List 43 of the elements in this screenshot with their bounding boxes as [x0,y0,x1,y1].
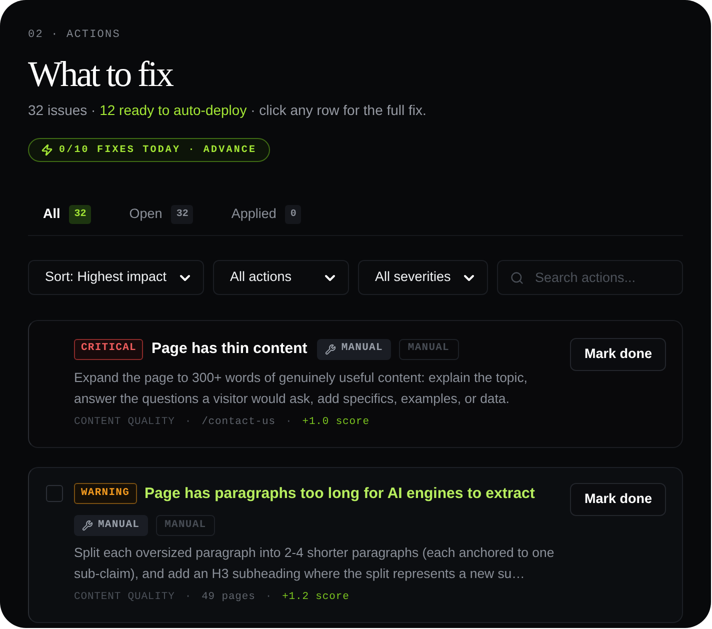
issue-card[interactable] [28,320,683,448]
issue-title: Page has paragraphs too long for AI engines to extract [144,484,535,504]
filter-tab[interactable]: Applied 0 [231,202,302,226]
mark-done-button[interactable]: Mark done [570,338,666,371]
page-title: What to fix [28,53,172,96]
tag-label: MANUAL [98,518,140,533]
tag-label: MANUAL [341,341,383,356]
search-field[interactable]: Search actions... [497,260,683,295]
tab-count: 0 [285,204,302,224]
meta-location: /contact-us [202,414,276,428]
filter-dropdown[interactable]: Sort: Highest impact [28,260,204,295]
wrench-icon [325,344,336,355]
meta-separator: · [184,590,192,604]
issue-card[interactable] [28,466,683,623]
meta-location: 49 pages [202,590,256,604]
issue-description: Split each oversized paragraph into 2-4 shorter paragraphs (each anchored to one sub-claim), and add an H3 subheading where the split represents a new su… [74,544,556,583]
meta-separator: · [286,414,292,428]
manual-tag: MANUAL [156,515,216,536]
badge-label: 0/10 FIXES TODAY · ADVANCE [59,144,257,158]
mark-done-button[interactable]: Mark done [570,482,666,516]
manual-tag: MANUAL [398,338,458,360]
filter-dropdown[interactable]: All severities [358,260,488,295]
meta-separator: · [184,414,192,428]
filter-tab[interactable]: All 32 [43,202,92,226]
issue-title: Page has thin content [151,339,308,359]
lightning-bolt-icon [41,144,53,156]
severity-badge: CRITICAL [74,338,144,360]
severity-badge: WARNING [74,483,137,504]
meta-category: CONTENT QUALITY [74,414,175,428]
summary-text: 32 issues · 12 ready to auto-deploy · click any row for the full fix. [28,101,426,119]
issue-description: Expand the page to 300+ words of genuinely useful content: explain the topic, answer the questions a visitor would ask, add specifics, examples, or data. [74,368,528,408]
meta-separator: · [265,590,272,604]
filter-tab[interactable]: Open 32 [129,202,194,226]
tab-count: 32 [69,204,92,224]
section-eyebrow: 02 · ACTIONS [28,28,120,42]
checkbox[interactable] [46,484,63,502]
tab-count: 32 [171,204,194,224]
filter-dropdown[interactable]: All actions [213,260,349,295]
meta-category: CONTENT QUALITY [74,590,175,604]
wrench-icon [82,520,93,531]
meta-score: +1.0 score [302,414,370,428]
search-icon [510,271,524,285]
meta-score: +1.2 score [282,590,350,604]
